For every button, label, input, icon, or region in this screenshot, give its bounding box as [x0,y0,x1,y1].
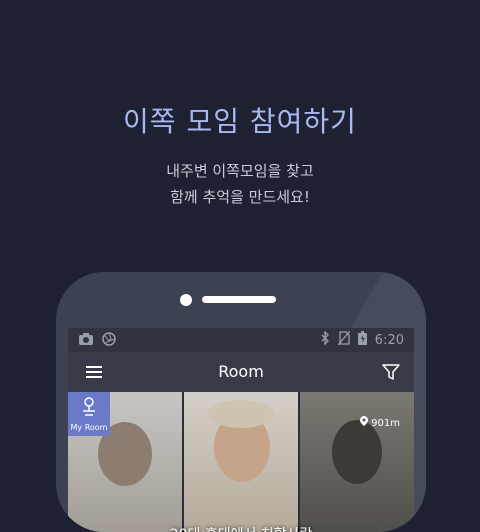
no-sim-icon [337,330,351,349]
room-card[interactable] [184,392,298,532]
promo-headline: 이쪽 모임 참여하기 [123,105,357,138]
app-bar: Room [68,352,414,392]
location-pin-icon [359,416,368,426]
my-room-label: My Room [70,423,108,432]
my-room-button[interactable]: My Room [68,392,110,436]
status-time: 6:20 [374,332,404,348]
promo-subtitle-line1: 내주변 이쪽모임을 찾고 [166,162,314,180]
phone-screen: 6:20 Room My Room 901m [68,328,414,532]
room-caption: 20대 후대에서 친할사람 [68,524,414,532]
room-card[interactable]: 901m [300,392,414,532]
battery-charging-icon [357,331,367,349]
promo-subtitle-line2: 함께 추억을 만드세요! [170,188,310,206]
filter-icon[interactable] [382,363,400,385]
room-card[interactable]: My Room [68,392,182,532]
front-camera [180,294,192,306]
aperture-icon [102,332,116,350]
bluetooth-icon [320,330,330,349]
room-grid: My Room 901m 20대 후대에서 친할사람 [68,392,414,532]
app-title: Room [218,362,264,381]
distance-text: 901m [371,418,400,429]
distance-badge: 901m [359,416,400,429]
status-bar: 6:20 [68,328,414,352]
camera-icon [78,332,94,350]
phone-speaker [202,296,276,303]
pin-person-icon [83,397,95,416]
phone-mockup: 6:20 Room My Room 901m [56,272,426,532]
